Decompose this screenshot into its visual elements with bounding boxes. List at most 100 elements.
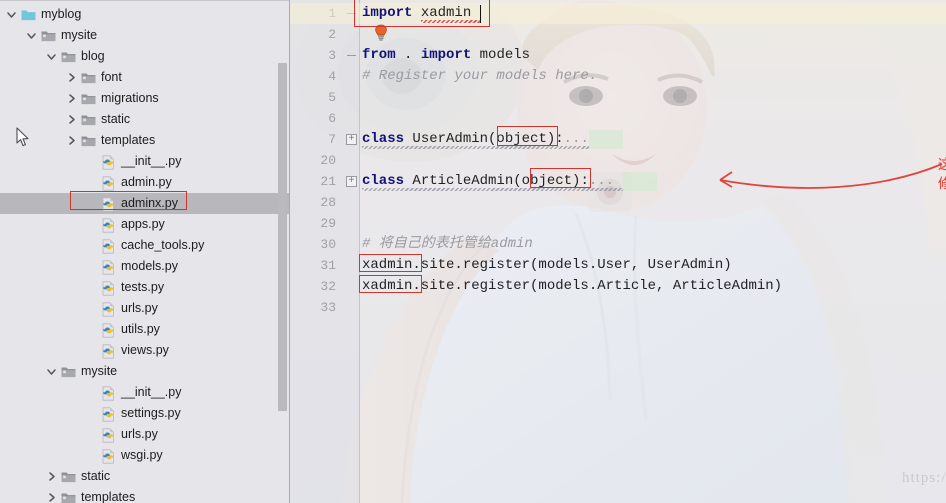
project-tree[interactable]: myblog mysite blog font migrations static temp… [0, 4, 289, 503]
code-line[interactable]: xadmin.site.register(models.User, UserAd… [362, 255, 732, 276]
tree-item-settings-py[interactable]: settings.py [0, 403, 289, 424]
python-file-icon [101, 239, 116, 254]
line-number: 20 [320, 153, 336, 168]
sidebar-scrollbar-thumb[interactable] [278, 63, 287, 411]
line-number: 32 [320, 279, 336, 294]
folder-icon [61, 491, 76, 503]
python-file-icon [101, 260, 116, 275]
tree-item-label: views.py [121, 343, 169, 357]
project-tree-panel[interactable]: myblog mysite blog font migrations static temp… [0, 0, 290, 503]
tree-item-label: blog [81, 49, 105, 63]
gutter-separator [359, 0, 360, 503]
tree-item-label: mysite [81, 364, 118, 378]
python-file-icon [101, 176, 116, 191]
fold-expand-icon[interactable]: + [346, 176, 357, 187]
project-folder-icon [21, 8, 36, 21]
tree-item-tests-py[interactable]: tests.py [0, 277, 289, 298]
tree-item-label: cache_tools.py [121, 238, 205, 252]
tree-item-adminx-py[interactable]: adminx.py [0, 193, 289, 214]
line-number: 4 [328, 69, 336, 84]
chevron-right-icon[interactable] [46, 471, 57, 482]
tree-item-label: models.py [121, 259, 178, 273]
tree-item-label: settings.py [121, 406, 181, 420]
python-file-icon [101, 449, 116, 464]
code-line[interactable]: # 将自己的表托管给admin [362, 234, 533, 255]
editor-area[interactable]: 12345672021282930313233 ++ import xadmin… [290, 0, 946, 503]
code-line[interactable]: xadmin.site.register(models.Article, Art… [362, 276, 782, 297]
code-folding-rail[interactable]: + + [345, 0, 359, 503]
tree-item-label: font [101, 70, 122, 84]
inspection-squiggle [420, 20, 480, 23]
line-number: 6 [328, 111, 336, 126]
tree-item-wsgi-py[interactable]: wsgi.py [0, 445, 289, 466]
code-line[interactable]: # Register your models here. [362, 66, 597, 87]
chevron-right-icon[interactable] [66, 93, 77, 104]
tree-item-label: myblog [41, 7, 82, 21]
tree-item-mysite[interactable]: mysite [0, 25, 289, 46]
python-file-icon [101, 281, 116, 296]
tree-item-font[interactable]: font [0, 67, 289, 88]
tree-item-migrations[interactable]: migrations [0, 88, 289, 109]
chevron-down-icon[interactable] [46, 51, 57, 62]
tree-item-label: templates [101, 133, 156, 147]
chevron-right-icon[interactable] [66, 114, 77, 125]
chevron-right-icon[interactable] [66, 72, 77, 83]
fold-collapse-icon[interactable] [346, 50, 357, 61]
folder-icon [81, 113, 96, 126]
python-file-icon [101, 197, 116, 212]
tree-item-templates[interactable]: templates [0, 130, 289, 151]
chevron-right-icon[interactable] [46, 492, 57, 503]
tree-item-myblog[interactable]: myblog [0, 4, 289, 25]
inspection-squiggle [362, 188, 624, 191]
python-file-icon [101, 407, 116, 422]
tree-item-label: urls.py [121, 427, 158, 441]
tree-item-label: __init__.py [121, 385, 182, 399]
line-number: 5 [328, 90, 336, 105]
tree-item-label: static [81, 469, 111, 483]
panel-top-divider [0, 0, 289, 1]
tree-item-label: utils.py [121, 322, 160, 336]
chevron-down-icon[interactable] [46, 366, 57, 377]
tree-item-init-py[interactable]: __init__.py [0, 382, 289, 403]
tree-item-blog[interactable]: blog [0, 46, 289, 67]
line-number: 31 [320, 258, 336, 273]
line-number: 30 [320, 237, 336, 252]
line-number: 3 [328, 48, 336, 63]
tree-item-admin-py[interactable]: admin.py [0, 172, 289, 193]
tree-item-urls-py[interactable]: urls.py [0, 424, 289, 445]
folder-icon [81, 92, 96, 105]
tree-item-label: mysite [61, 28, 98, 42]
sidebar-scrollbar-track[interactable] [278, 63, 287, 411]
tree-item-utils-py[interactable]: utils.py [0, 319, 289, 340]
code-line[interactable]: from . import models [362, 45, 530, 66]
tree-item-models-py[interactable]: models.py [0, 256, 289, 277]
tree-item-mysite[interactable]: mysite [0, 361, 289, 382]
tree-item-init-py[interactable]: __init__.py [0, 151, 289, 172]
tree-item-static[interactable]: static [0, 109, 289, 130]
fold-placeholder-background [589, 130, 623, 149]
python-file-icon [101, 386, 116, 401]
folder-icon [61, 365, 76, 378]
tree-item-label: adminx.py [121, 196, 178, 210]
tree-item-urls-py[interactable]: urls.py [0, 298, 289, 319]
folder-icon [81, 134, 96, 147]
python-file-icon [101, 155, 116, 170]
line-number: 33 [320, 300, 336, 315]
tree-item-views-py[interactable]: views.py [0, 340, 289, 361]
line-number: 21 [320, 174, 336, 189]
chevron-right-icon[interactable] [66, 135, 77, 146]
tree-item-static[interactable]: static [0, 466, 289, 487]
tree-item-label: templates [81, 490, 136, 503]
tree-item-label: urls.py [121, 301, 158, 315]
fold-expand-icon[interactable]: + [346, 134, 357, 145]
tree-item-label: tests.py [121, 280, 165, 294]
line-number: 2 [328, 27, 336, 42]
line-number: 29 [320, 216, 336, 231]
tree-item-cache-tools-py[interactable]: cache_tools.py [0, 235, 289, 256]
python-file-icon [101, 218, 116, 233]
chevron-down-icon[interactable] [26, 30, 37, 41]
lightbulb-icon[interactable] [374, 24, 388, 41]
tree-item-apps-py[interactable]: apps.py [0, 214, 289, 235]
tree-item-templates[interactable]: templates [0, 487, 289, 503]
chevron-down-icon[interactable] [6, 9, 17, 20]
